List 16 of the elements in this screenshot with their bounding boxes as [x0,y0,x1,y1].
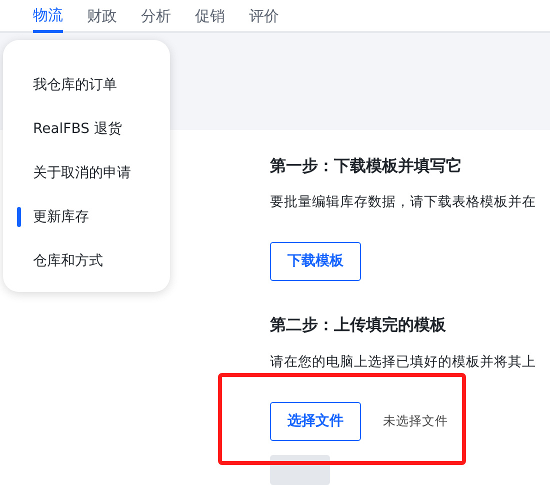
step-title: 第一步：下载模板并填写它 [270,156,463,176]
choose-file-button[interactable]: 选择文件 [270,402,361,441]
nav-tab[interactable]: 促销 [195,0,225,33]
menu-item[interactable]: 关于取消的申请 [3,151,170,195]
nav-tab[interactable]: 分析 [141,0,171,33]
download-template-button[interactable]: 下载模板 [270,242,361,282]
menu-item[interactable]: 更新库存 [3,195,170,239]
nav-tab[interactable]: 财政 [87,0,117,33]
menu-item[interactable]: 我仓库的订单 [3,63,170,107]
step-description: 要批量编辑库存数据，请下载表格模板并在 [270,193,537,212]
menu-item[interactable]: RealFBS 退货 [3,107,170,151]
nav-tab[interactable]: 评价 [249,0,279,33]
step-title: 第二步：上传填完的模板 [270,315,447,335]
step-description: 请在您的电脑上选择已填好的模板并将其上 [270,352,537,372]
menu-item[interactable]: 仓库和方式 [3,239,170,283]
file-status: 未选择文件 [383,412,448,430]
